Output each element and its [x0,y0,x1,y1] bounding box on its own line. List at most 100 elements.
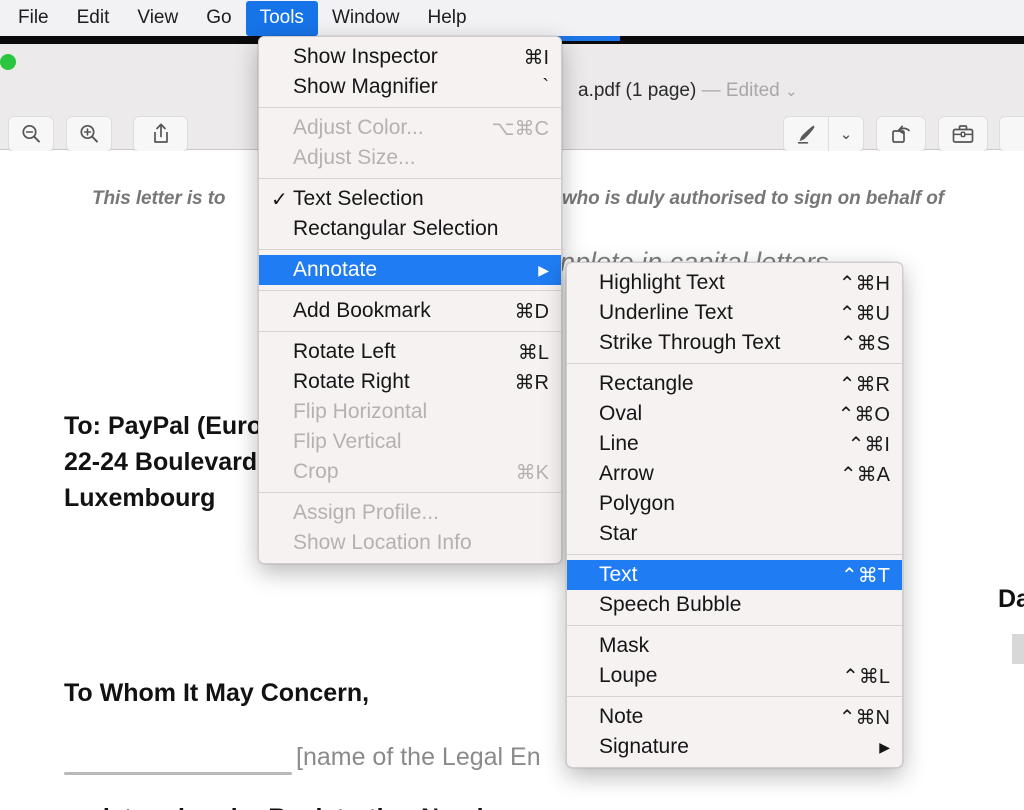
annotate-submenu[interactable]: Highlight Text ⌃⌘H Underline Text ⌃⌘U St… [566,262,903,768]
menu-separator [259,331,561,332]
menu-item-label: Rectangle [599,372,694,395]
active-tab-indicator [556,36,620,41]
menu-item-rectangle[interactable]: Rectangle ⌃⌘R [567,369,902,399]
zoom-out-button[interactable] [8,116,54,152]
magnifier-minus-icon [20,123,42,145]
menu-item-shortcut: ⌃⌘A [839,463,890,486]
menu-item-rotate-left[interactable]: Rotate Left ⌘L [259,337,561,367]
menu-item-label: Polygon [599,492,675,515]
menu-bar-item-view[interactable]: View [123,1,192,36]
menu-item-shortcut: ⌃⌘O [837,403,890,426]
menu-separator [259,290,561,291]
menu-bar-item-help[interactable]: Help [414,1,481,36]
menu-item-label: Text [599,563,638,586]
menu-item-shortcut: ⌃⌘U [838,302,890,325]
menu-item-arrow[interactable]: Arrow ⌃⌘A [567,459,902,489]
menu-separator [567,696,902,697]
menu-bar-item-file[interactable]: File [4,1,63,36]
doc-address-line-2: 22-24 Boulevard [64,448,258,476]
menu-item-flip-horizontal: Flip Horizontal [259,397,561,427]
menu-item-adjust-size: Adjust Size... [259,143,561,173]
menu-item-text-selection[interactable]: ✓ Text Selection [259,184,561,214]
menu-item-label: Show Location Info [293,531,472,554]
menu-item-label: Rotate Left [293,340,396,363]
menu-bar-item-edit[interactable]: Edit [63,1,124,36]
menu-item-rectangular-selection[interactable]: Rectangular Selection [259,214,561,244]
toolbox-icon [951,123,975,145]
menu-item-flip-vertical: Flip Vertical [259,427,561,457]
document-title-text: a.pdf (1 page) [578,80,697,101]
menu-item-add-bookmark[interactable]: Add Bookmark ⌘D [259,296,561,326]
menu-item-label: Underline Text [599,301,733,324]
menu-item-label: Rectangular Selection [293,217,499,240]
menu-separator [567,363,902,364]
menu-item-show-magnifier[interactable]: Show Magnifier ` [259,72,561,102]
markup-pen-button[interactable] [783,116,828,152]
magnifier-plus-icon [78,123,100,145]
menu-item-annotate[interactable]: Annotate ▶ [259,255,561,285]
menu-item-shortcut: ⌘L [517,341,549,364]
menu-item-assign-profile: Assign Profile... [259,498,561,528]
menu-item-star[interactable]: Star [567,519,902,549]
menu-item-line[interactable]: Line ⌃⌘I [567,429,902,459]
menu-item-note[interactable]: Note ⌃⌘N [567,702,902,732]
menu-item-loupe[interactable]: Loupe ⌃⌘L [567,661,902,691]
menu-item-speech-bubble[interactable]: Speech Bubble [567,590,902,620]
share-button[interactable] [133,116,188,152]
doc-legal-entity-placeholder: [name of the Legal En [296,743,541,771]
menu-bar-item-tools[interactable]: Tools [245,0,318,36]
menu-item-text[interactable]: Text ⌃⌘T [567,560,902,590]
menu-item-signature[interactable]: Signature ▶ [567,732,902,762]
menu-item-rotate-right[interactable]: Rotate Right ⌘R [259,367,561,397]
menu-item-polygon[interactable]: Polygon [567,489,902,519]
pen-icon [794,122,818,146]
screenshot-root: File Edit View Go Tools Window Help a.pd… [0,0,1024,810]
chevron-down-icon[interactable]: ⌄ [785,83,798,100]
menu-item-shortcut: ⌃⌘T [841,564,890,587]
menu-item-crop: Crop ⌘K [259,457,561,487]
share-icon [150,122,172,146]
zoom-in-button[interactable] [66,116,112,152]
menu-separator [259,107,561,108]
menu-item-label: Mask [599,634,650,657]
doc-intro-left: This letter is to [92,188,226,209]
menu-bar-item-window[interactable]: Window [318,1,414,36]
menu-item-adjust-color: Adjust Color... ⌥⌘C [259,113,561,143]
menu-item-shortcut: ⌘I [523,46,549,69]
menu-bar-item-go[interactable]: Go [192,1,245,36]
submenu-arrow-icon: ▶ [879,739,890,755]
rotate-icon [889,122,913,146]
menu-separator [567,554,902,555]
menu-item-oval[interactable]: Oval ⌃⌘O [567,399,902,429]
doc-date-label: Da [998,585,1024,613]
doc-address-line-1: To: PayPal (Euro [64,412,263,440]
menu-item-shortcut: ⌃⌘N [838,706,890,729]
document-title[interactable]: a.pdf (1 page) — Edited ⌄ [578,80,798,102]
menu-item-show-location-info: Show Location Info [259,528,561,558]
chevron-down-icon: ⌄ [839,125,853,143]
toolbar-overflow-button[interactable] [999,116,1024,152]
menu-item-mask[interactable]: Mask [567,631,902,661]
menu-item-strike-through-text[interactable]: Strike Through Text ⌃⌘S [567,328,902,358]
menu-item-label: Note [599,705,644,728]
menu-item-highlight-text[interactable]: Highlight Text ⌃⌘H [567,268,902,298]
menu-item-underline-text[interactable]: Underline Text ⌃⌘U [567,298,902,328]
menu-separator [259,178,561,179]
menu-item-label: Assign Profile... [293,501,439,524]
menu-item-label: Flip Horizontal [293,400,428,423]
menu-item-label: Text Selection [293,187,424,210]
tools-menu[interactable]: Show Inspector ⌘I Show Magnifier ` Adjus… [258,36,562,564]
window-zoom-button-green[interactable] [0,54,16,70]
menu-item-shortcut: ⌥⌘C [491,117,550,140]
menu-item-label: Flip Vertical [293,430,402,453]
menu-item-label: Star [599,522,638,545]
rotate-button[interactable] [876,116,926,152]
document-edited-status: Edited [725,80,780,101]
menu-item-show-inspector[interactable]: Show Inspector ⌘I [259,42,561,72]
markup-dropdown-button[interactable]: ⌄ [828,116,864,152]
menu-item-label: Speech Bubble [599,593,742,616]
menu-item-label: Strike Through Text [599,331,781,354]
document-title-dash: — [701,80,721,101]
markup-toolbar-button[interactable] [938,116,988,152]
menu-item-label: Signature [599,735,689,758]
